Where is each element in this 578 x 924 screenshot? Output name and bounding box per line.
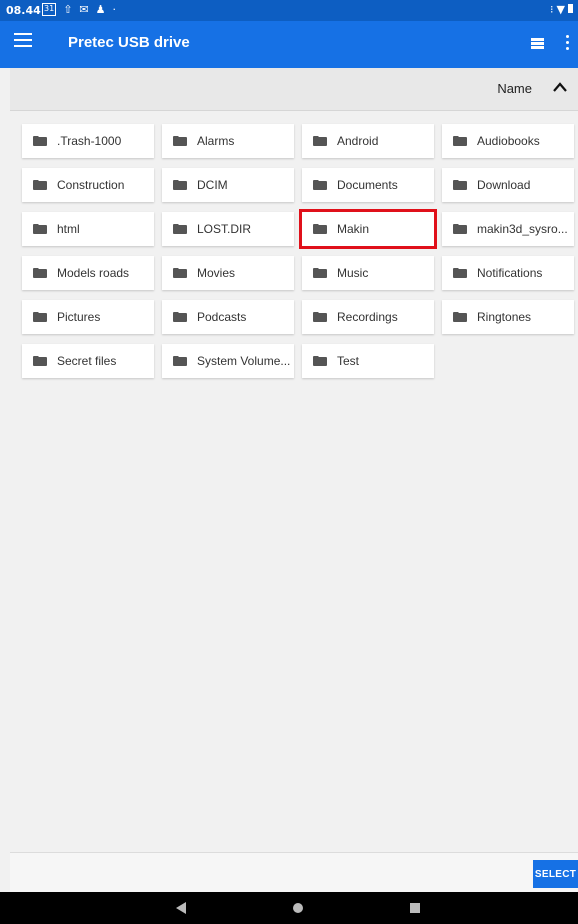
- folder-icon: [33, 268, 47, 278]
- folder-icon: [313, 356, 327, 366]
- folder-item[interactable]: Documents: [302, 168, 434, 202]
- folder-icon: [313, 224, 327, 234]
- app-bar: Pretec USB drive: [0, 21, 578, 68]
- calendar-icon: 31: [42, 3, 57, 16]
- sort-by-name-label[interactable]: Name: [497, 81, 532, 96]
- folder-label: LOST.DIR: [197, 222, 252, 236]
- folder-label: Secret files: [57, 354, 117, 368]
- folder-label: Download: [477, 178, 531, 192]
- folder-icon: [313, 268, 327, 278]
- folder-item[interactable]: .Trash-1000: [22, 124, 154, 158]
- folder-icon: [173, 180, 187, 190]
- folder-item[interactable]: Music: [302, 256, 434, 290]
- folder-icon: [453, 268, 467, 278]
- chevron-up-icon[interactable]: [552, 81, 568, 93]
- select-button[interactable]: SELECT: [533, 860, 578, 888]
- person-icon: ♟: [95, 3, 106, 16]
- folder-icon: [313, 180, 327, 190]
- home-icon[interactable]: [293, 903, 303, 913]
- sort-bar: Name: [10, 68, 578, 111]
- folder-item[interactable]: Makin: [299, 209, 437, 249]
- folder-label: Audiobooks: [477, 134, 540, 148]
- folder-icon: [33, 312, 47, 322]
- upload-icon: ⇧: [63, 3, 73, 16]
- folder-item[interactable]: Recordings: [302, 300, 434, 334]
- folder-item[interactable]: Test: [302, 344, 434, 378]
- folder-icon: [313, 136, 327, 146]
- folder-item[interactable]: html: [22, 212, 154, 246]
- dot-icon: ·: [112, 3, 117, 16]
- folder-item[interactable]: DCIM: [162, 168, 294, 202]
- folder-item[interactable]: Audiobooks: [442, 124, 574, 158]
- folder-item[interactable]: System Volume...: [162, 344, 294, 378]
- folder-icon: [173, 312, 187, 322]
- folder-icon: [453, 224, 467, 234]
- folder-item[interactable]: LOST.DIR: [162, 212, 294, 246]
- folder-label: Notifications: [477, 266, 543, 280]
- folder-label: .Trash-1000: [57, 134, 122, 148]
- folder-item[interactable]: Ringtones: [442, 300, 574, 334]
- hamburger-menu-icon[interactable]: [14, 33, 32, 47]
- folder-label: System Volume...: [197, 354, 291, 368]
- folder-item[interactable]: Pictures: [22, 300, 154, 334]
- folder-icon: [173, 268, 187, 278]
- status-notification-icons: 31 ⇧ ✉ ♟ ·: [42, 3, 116, 16]
- system-navigation-bar: [0, 892, 578, 924]
- folder-item[interactable]: Alarms: [162, 124, 294, 158]
- folder-label: Android: [337, 134, 379, 148]
- status-system-icons: ⁝ ▼: [550, 3, 573, 16]
- folder-label: Construction: [57, 178, 125, 192]
- folder-label: Documents: [337, 178, 398, 192]
- list-view-icon[interactable]: [531, 38, 544, 49]
- folder-label: Music: [337, 266, 369, 280]
- folder-icon: [313, 312, 327, 322]
- folder-icon: [453, 136, 467, 146]
- folder-item[interactable]: Movies: [162, 256, 294, 290]
- folder-item[interactable]: Download: [442, 168, 574, 202]
- folder-label: Movies: [197, 266, 236, 280]
- folder-label: Alarms: [197, 134, 235, 148]
- folder-label: DCIM: [197, 178, 228, 192]
- folder-label: Ringtones: [477, 310, 532, 324]
- folder-item[interactable]: Models roads: [22, 256, 154, 290]
- folder-item[interactable]: Secret files: [22, 344, 154, 378]
- folder-icon: [33, 224, 47, 234]
- more-options-icon[interactable]: [566, 35, 570, 51]
- recents-icon[interactable]: [410, 903, 420, 913]
- back-icon[interactable]: [176, 902, 186, 914]
- folder-grid: .Trash-1000 Alarms Android Audiobooks Constr…: [22, 124, 574, 378]
- status-bar: 08.44 31 ⇧ ✉ ♟ · ⁝ ▼: [0, 0, 578, 21]
- folder-label: Makin: [337, 222, 370, 236]
- folder-item[interactable]: Podcasts: [162, 300, 294, 334]
- wifi-icon: ▼: [556, 3, 565, 16]
- folder-icon: [33, 180, 47, 190]
- folder-icon: [453, 312, 467, 322]
- folder-item[interactable]: Android: [302, 124, 434, 158]
- folder-item[interactable]: Construction: [22, 168, 154, 202]
- folder-icon: [173, 356, 187, 366]
- app-title: Pretec USB drive: [68, 34, 190, 51]
- folder-item[interactable]: makin3d_sysro...: [442, 212, 574, 246]
- gmail-icon: ✉: [79, 3, 89, 16]
- folder-label: Test: [337, 354, 360, 368]
- bottom-bar: SELECT: [10, 852, 578, 893]
- folder-icon: [173, 136, 187, 146]
- folder-icon: [453, 180, 467, 190]
- folder-label: makin3d_sysro...: [477, 222, 568, 236]
- folder-label: Models roads: [57, 266, 130, 280]
- vibrate-icon: ⁝: [550, 3, 554, 16]
- folder-icon: [33, 136, 47, 146]
- battery-icon: [568, 4, 573, 13]
- folder-label: Recordings: [337, 310, 398, 324]
- folder-icon: [33, 356, 47, 366]
- folder-label: html: [57, 222, 80, 236]
- folder-label: Podcasts: [197, 310, 247, 324]
- folder-label: Pictures: [57, 310, 101, 324]
- folder-icon: [173, 224, 187, 234]
- folder-item[interactable]: Notifications: [442, 256, 574, 290]
- status-time: 08.44: [6, 4, 41, 17]
